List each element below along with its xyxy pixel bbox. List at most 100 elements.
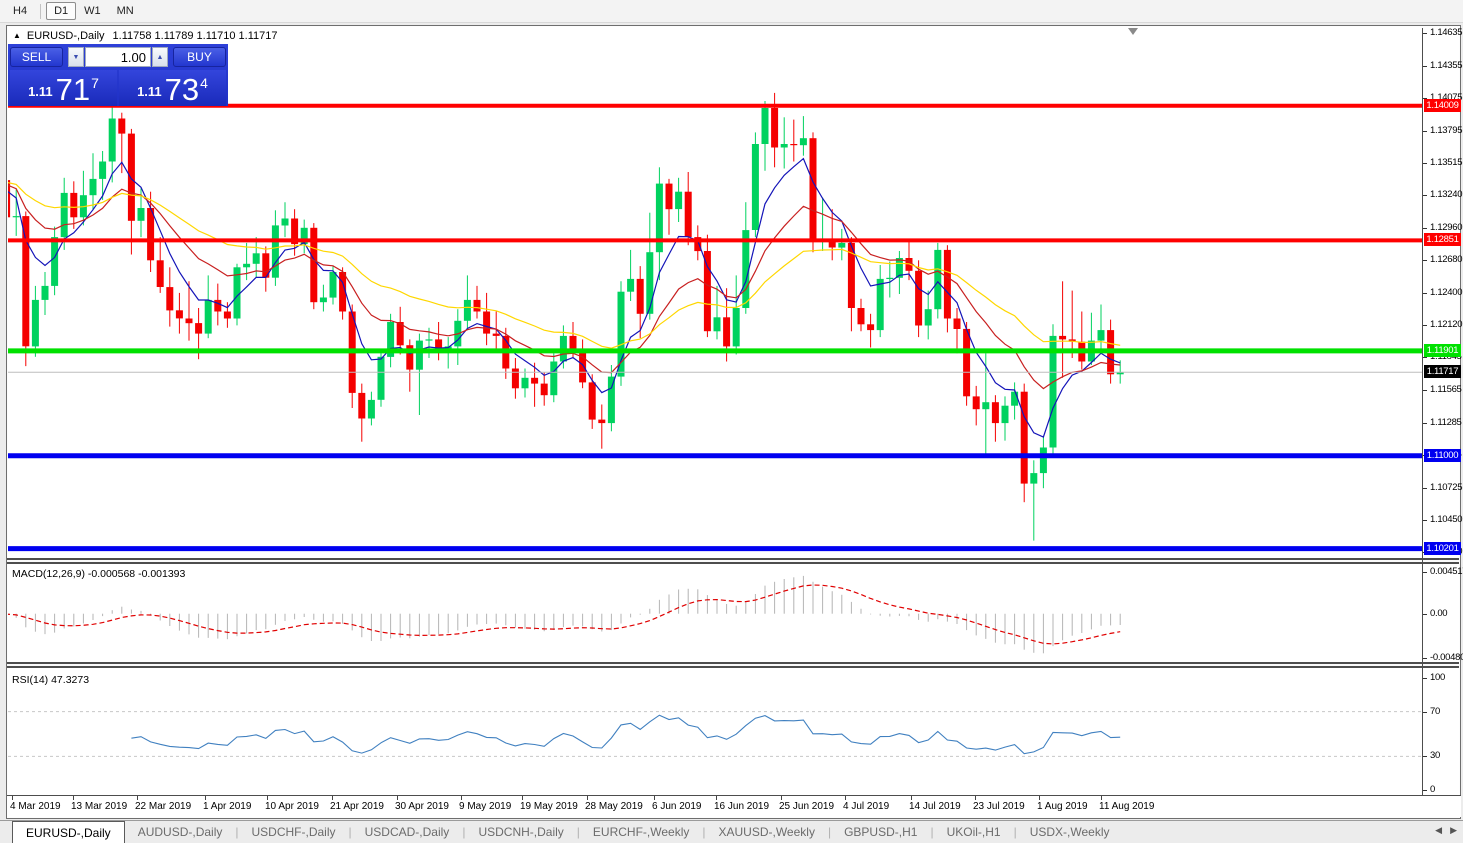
axis-tick-mark [1423, 292, 1427, 294]
tab-scroll-right-icon[interactable]: ▶ [1450, 825, 1457, 835]
level-price-badge[interactable]: 1.10201 [1424, 541, 1461, 555]
price-tick-label: 1.14635 [1430, 27, 1463, 38]
mt4-terminal: H4 D1 W1 MN ▲ EURUSD-,Daily 1.11758 1.11789 1… [0, 0, 1463, 843]
chart-tab-usdchf-daily[interactable]: USDCHF-,Daily [239, 821, 349, 843]
price-tick-label: 1.12680 [1430, 254, 1463, 266]
level-price-badge[interactable]: 1.14009 [1424, 98, 1461, 112]
chart-tab-audusd-daily[interactable]: AUDUSD-,Daily [125, 821, 236, 843]
volume-input[interactable] [85, 47, 151, 67]
price-axis[interactable]: 1.14635 1.14355 1.14075 1.13795 1.13515 1.132… [1422, 27, 1463, 795]
date-label: 4 Mar 2019 [10, 801, 61, 812]
rsi-label: RSI(14) 47.3273 [12, 674, 90, 686]
buy-price-display[interactable]: 1.11 73 4 [119, 70, 226, 106]
axis-tick-mark [1423, 756, 1427, 758]
axis-tick-mark [1423, 130, 1427, 132]
sell-price-small: 1.11 [28, 84, 53, 99]
date-label: 13 Mar 2019 [71, 801, 128, 812]
timeframe-button-mn[interactable]: MN [109, 2, 142, 20]
rsi-scale-label: 30 [1430, 750, 1440, 762]
macd-indicator-pane[interactable] [8, 564, 1422, 662]
date-tick-mark [461, 796, 462, 800]
tab-scroll-left-icon[interactable]: ◀ [1435, 825, 1442, 835]
axis-tick-mark [1423, 65, 1427, 67]
macd-label: MACD(12,26,9) -0.000568 -0.001393 [12, 568, 186, 580]
sell-price-display[interactable]: 1.11 71 7 [10, 70, 117, 106]
date-label: 6 Jun 2019 [652, 801, 702, 812]
date-axis[interactable]: 4 Mar 2019 13 Mar 2019 22 Mar 2019 1 Apr 20… [7, 795, 1461, 817]
price-tick-label: 1.13240 [1430, 189, 1463, 201]
date-tick-mark [1101, 796, 1102, 800]
date-tick-mark [205, 796, 206, 800]
buy-price-pip: 4 [200, 75, 208, 91]
timeframe-button-w1[interactable]: W1 [76, 2, 109, 20]
timeframe-button-h4[interactable]: H4 [5, 2, 35, 20]
axis-tick-mark [1423, 711, 1427, 713]
date-label: 28 May 2019 [585, 801, 643, 812]
tab-scroll-arrows: ◀ ▶ [1427, 825, 1457, 836]
date-tick-mark [332, 796, 333, 800]
macd-scale-label: 0.00 [1430, 607, 1448, 619]
date-label: 22 Mar 2019 [135, 801, 192, 812]
date-label: 1 Aug 2019 [1037, 801, 1088, 812]
date-label: 30 Apr 2019 [395, 801, 449, 812]
date-tick-mark [522, 796, 523, 800]
one-click-collapse-icon[interactable]: ▲ [13, 31, 21, 40]
price-tick-label: 1.13515 [1430, 157, 1463, 169]
chart-tab-usdcad-daily[interactable]: USDCAD-,Daily [352, 821, 463, 843]
date-tick-mark [781, 796, 782, 800]
rsi-scale-label: 70 [1430, 705, 1440, 717]
axis-tick-mark [1423, 33, 1427, 34]
axis-tick-mark [1423, 487, 1427, 489]
level-price-badge[interactable]: 1.11901 [1424, 343, 1461, 357]
date-label: 11 Aug 2019 [1099, 801, 1155, 812]
volume-decrease-button[interactable]: ▼ [68, 47, 84, 67]
chart-tab-usdcnh-daily[interactable]: USDCNH-,Daily [465, 821, 576, 843]
price-tick-label: 1.12400 [1430, 286, 1463, 298]
axis-tick-mark [1423, 260, 1427, 262]
date-tick-mark [975, 796, 976, 800]
date-label: 21 Apr 2019 [330, 801, 384, 812]
axis-tick-mark [1423, 325, 1427, 327]
date-tick-mark [397, 796, 398, 800]
price-chart-pane[interactable] [8, 28, 1422, 558]
chart-tab-gbpusd-h1[interactable]: GBPUSD-,H1 [831, 821, 930, 843]
price-tick-label: 1.10725 [1430, 481, 1463, 493]
buy-price-big: 73 [164, 71, 200, 107]
chart-tab-eurusd-daily[interactable]: EURUSD-,Daily [12, 821, 125, 843]
chart-tab-ukoil-h1[interactable]: UKOil-,H1 [934, 821, 1014, 843]
price-tick-label: 1.10450 [1430, 513, 1463, 525]
macd-scale-label: -0.004806 [1430, 652, 1463, 663]
date-tick-mark [716, 796, 717, 800]
date-label: 19 May 2019 [520, 801, 578, 812]
level-price-badge[interactable]: 1.12851 [1424, 233, 1461, 247]
axis-tick-mark [1423, 163, 1427, 165]
chart-tab-usdx-weekly[interactable]: USDX-,Weekly [1017, 821, 1123, 843]
rsi-indicator-pane[interactable] [8, 669, 1422, 794]
pane-separator[interactable] [7, 662, 1459, 668]
axis-tick-mark [1423, 357, 1427, 359]
date-label: 9 May 2019 [459, 801, 512, 812]
timeframe-button-d1[interactable]: D1 [46, 2, 77, 20]
date-tick-mark [911, 796, 912, 800]
sell-button[interactable]: SELL [10, 47, 63, 67]
chart-header: ▲ EURUSD-,Daily 1.11758 1.11789 1.11710 1.… [13, 30, 278, 42]
chart-ohlc-values: 1.11758 1.11789 1.11710 1.11717 [112, 30, 278, 42]
date-label: 16 Jun 2019 [714, 801, 770, 812]
date-label: 25 Jun 2019 [779, 801, 835, 812]
date-label: 10 Apr 2019 [265, 801, 319, 812]
volume-increase-button[interactable]: ▲ [152, 47, 168, 67]
buy-button[interactable]: BUY [173, 47, 226, 67]
price-tick-label: 1.11285 [1430, 416, 1462, 428]
chart-tab-eurchf-weekly[interactable]: EURCHF-,Weekly [580, 821, 702, 843]
date-tick-mark [587, 796, 588, 800]
chart-tab-xauusd-weekly[interactable]: XAUUSD-,Weekly [705, 821, 827, 843]
chart-shift-marker-icon [1128, 28, 1138, 35]
level-price-badge[interactable]: 1.11000 [1424, 448, 1461, 462]
macd-scale-label: 0.004517 [1430, 566, 1463, 577]
axis-tick-mark [1423, 389, 1427, 391]
axis-tick-mark [1423, 519, 1427, 521]
rsi-scale-label: 0 [1430, 784, 1435, 795]
date-tick-mark [137, 796, 138, 800]
date-tick-mark [654, 796, 655, 800]
date-label: 1 Apr 2019 [203, 801, 252, 812]
